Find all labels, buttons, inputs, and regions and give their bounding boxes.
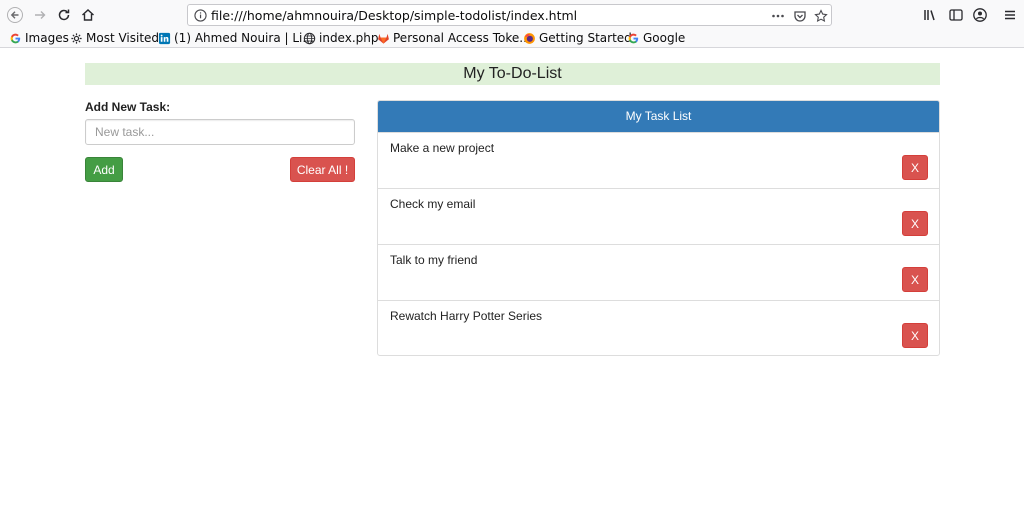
bookmark-label: Most Visited <box>86 31 160 45</box>
bookmark-most-visited[interactable]: Most Visited <box>70 31 159 45</box>
page-header: My To-Do-List <box>85 63 940 85</box>
clear-all-button[interactable]: Clear All ! <box>290 157 355 182</box>
reload-icon <box>58 9 70 21</box>
task-list-panel: My Task List Make a new project X Check … <box>377 100 940 356</box>
back-arrow-icon <box>7 7 23 23</box>
pocket-button[interactable] <box>792 8 808 24</box>
forward-arrow-icon <box>35 11 46 19</box>
task-text: Talk to my friend <box>390 253 478 267</box>
bookmark-label: index.php <box>319 31 379 45</box>
task-text: Make a new project <box>390 141 495 155</box>
sidebar-icon[interactable] <box>948 7 964 23</box>
bookmark-linkedin[interactable]: (1) Ahmed Nouira | Li... <box>158 31 314 45</box>
bookmark-personal-access[interactable]: Personal Access Toke... <box>377 31 531 45</box>
remove-task-button[interactable]: X <box>902 155 928 180</box>
remove-task-button[interactable]: X <box>902 323 928 348</box>
bookmark-star-button[interactable] <box>813 8 829 24</box>
gear-icon <box>71 32 82 44</box>
firefox-icon <box>524 32 535 44</box>
bookmark-google[interactable]: Google <box>627 31 685 45</box>
list-item: Check my email X <box>378 188 939 244</box>
task-text: Rewatch Harry Potter Series <box>390 309 543 323</box>
list-item: Make a new project X <box>378 132 939 188</box>
bookmark-images[interactable]: Images <box>9 31 69 45</box>
pocket-icon <box>794 11 806 22</box>
home-icon <box>82 9 94 21</box>
add-button[interactable]: Add <box>85 157 123 182</box>
remove-task-button[interactable]: X <box>902 267 928 292</box>
menu-hamburger-icon[interactable] <box>1002 7 1018 23</box>
task-list-heading: My Task List <box>378 101 939 132</box>
task-text: Check my email <box>390 197 476 211</box>
globe-icon <box>303 32 316 44</box>
list-item: Rewatch Harry Potter Series X <box>378 300 939 355</box>
page-actions-button[interactable] <box>770 8 786 24</box>
back-button[interactable] <box>4 4 26 26</box>
new-task-input[interactable] <box>85 119 355 145</box>
forward-button[interactable] <box>29 4 51 26</box>
library-icon[interactable] <box>922 7 938 23</box>
linkedin-icon <box>158 32 171 44</box>
url-text[interactable]: file:///home/ahmnouira/Desktop/simple-to… <box>211 8 577 23</box>
bookmarks-bar: Images Most Visited (1) Ahmed Nouira | L… <box>0 30 1024 48</box>
reload-button[interactable] <box>53 4 75 26</box>
info-icon[interactable] <box>194 9 207 22</box>
google-icon <box>10 33 21 43</box>
home-button[interactable] <box>77 4 99 26</box>
account-icon[interactable] <box>972 7 988 23</box>
bookmark-label: Personal Access Toke... <box>393 31 531 45</box>
bookmark-label: Images <box>25 31 69 45</box>
url-bar[interactable]: file:///home/ahmnouira/Desktop/simple-to… <box>187 4 832 26</box>
star-icon <box>814 9 828 23</box>
google-icon <box>628 33 639 43</box>
bookmark-getting-started[interactable]: Getting Started <box>523 31 632 45</box>
page-title: My To-Do-List <box>463 65 562 82</box>
gitlab-icon <box>378 33 389 44</box>
bookmark-index-php[interactable]: index.php <box>303 31 378 45</box>
bookmark-label: (1) Ahmed Nouira | Li... <box>174 31 314 45</box>
bookmark-label: Getting Started <box>539 31 632 45</box>
browser-toolbar: file:///home/ahmnouira/Desktop/simple-to… <box>0 0 1024 30</box>
remove-task-button[interactable]: X <box>902 211 928 236</box>
add-task-label: Add New Task: <box>85 100 171 114</box>
more-dots-icon <box>772 14 784 18</box>
bookmark-label: Google <box>643 31 686 45</box>
list-item: Talk to my friend X <box>378 244 939 300</box>
